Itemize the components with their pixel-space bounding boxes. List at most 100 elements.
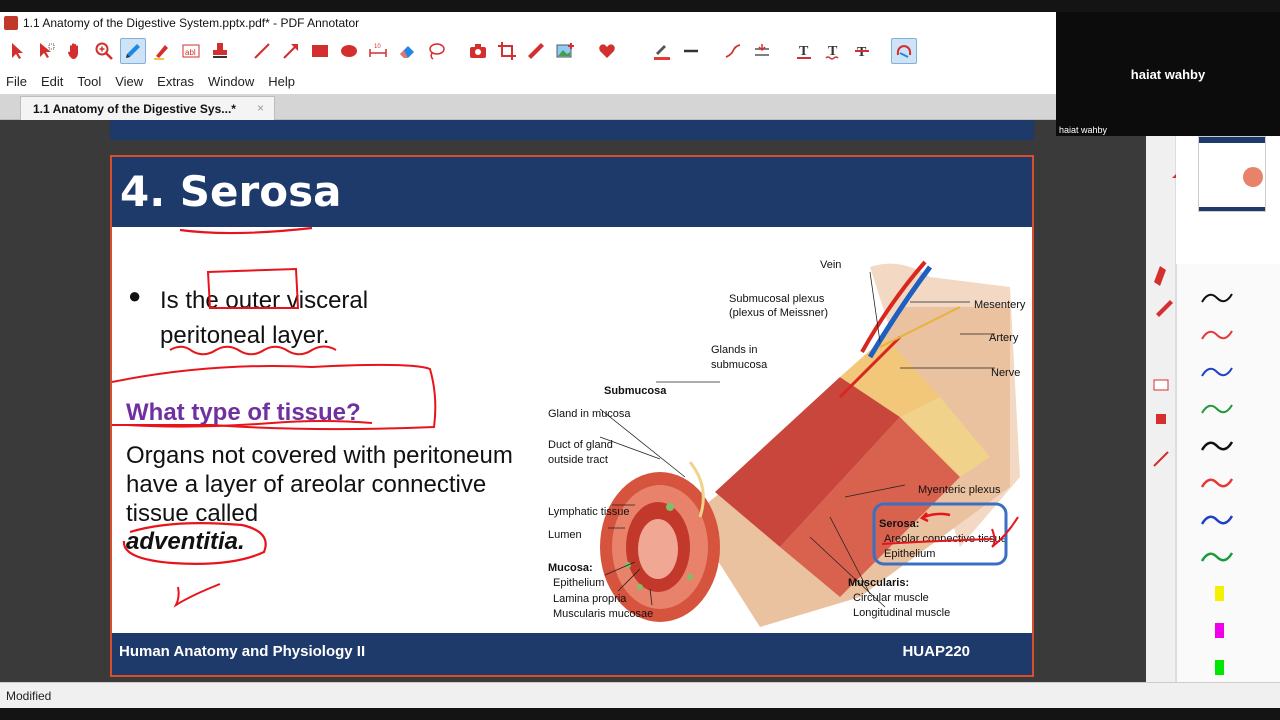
menu-edit[interactable]: Edit (41, 74, 63, 89)
video-call-panel[interactable]: haiat wahby haiat wahby (1056, 12, 1280, 136)
eraser-icon[interactable] (394, 38, 420, 64)
arrow-side-icon (1153, 451, 1169, 467)
arrow-icon[interactable] (278, 38, 304, 64)
figure-label-areolar-connective-tissue: Areolar connective tissue (884, 533, 1007, 545)
answer-text: Organs not covered with peritoneum have … (126, 442, 513, 527)
rectangle-icon[interactable] (307, 38, 333, 64)
screen-top-strip (0, 0, 1280, 12)
figure-label-submucosa: Submucosa (604, 385, 667, 397)
pen-green-2[interactable] (1197, 541, 1237, 571)
figure-label-muscularis-mucosae: Muscularis mucosae (553, 608, 654, 620)
lasso-icon[interactable] (423, 38, 449, 64)
insert-image-icon[interactable] (552, 38, 578, 64)
pdf-annotator-window: 1.1 Anatomy of the Digestive System.pptx… (0, 0, 1280, 720)
figure-label-serosa: Serosa: (879, 518, 920, 530)
curve-icon[interactable] (720, 38, 746, 64)
text-side-icon (1153, 379, 1169, 391)
text-underline-icon[interactable]: T (791, 38, 817, 64)
menu-view[interactable]: View (115, 74, 143, 89)
document-tab[interactable]: 1.1 Anatomy of the Digestive Sys...* × (20, 96, 275, 120)
figure-label-epithelium: Epithelium (553, 577, 605, 589)
figure-label-epithelium-serosa: Epithelium (884, 548, 936, 560)
select-icon[interactable] (33, 38, 59, 64)
figure-label-mesentery: Mesentery (974, 299, 1026, 311)
figure-label-lumen: Lumen (548, 529, 582, 541)
page-thumbnail[interactable] (1198, 136, 1266, 212)
pen-color-icon[interactable] (649, 38, 675, 64)
pen-blue-1[interactable] (1197, 356, 1237, 386)
menu-window[interactable]: Window (208, 74, 254, 89)
svg-text:T: T (857, 45, 867, 60)
document-tab-bar: 1.1 Anatomy of the Digestive Sys...* × (0, 94, 1056, 120)
stamp-icon[interactable] (207, 38, 233, 64)
svg-text:abl: abl (185, 48, 196, 57)
menu-extras[interactable]: Extras (157, 74, 194, 89)
status-bar: Modified (0, 682, 1280, 708)
figure-label-lamina-propria: Lamina propria (553, 593, 627, 605)
figure-label-submucosal-plexus: Submucosal plexus (729, 293, 825, 305)
figure-label-submucosa-sub: submucosa (711, 359, 768, 371)
menu-help[interactable]: Help (268, 74, 295, 89)
digestive-wall-figure: Vein Submucosal plexus (plexus of Meissn… (540, 247, 1030, 632)
window-title: 1.1 Anatomy of the Digestive System.pptx… (23, 16, 360, 30)
pen-side-icon (1156, 300, 1173, 317)
highlighter-yellow[interactable] (1215, 586, 1224, 601)
document-view[interactable]: 4. Serosa ● Is the outer visceral perito… (0, 120, 1146, 682)
participant-name-small: haiat wahby (1059, 125, 1108, 135)
svg-text:T: T (799, 44, 809, 59)
footer-course-code: HUAP220 (902, 643, 970, 660)
ruler-icon[interactable] (523, 38, 549, 64)
status-text: Modified (6, 689, 52, 703)
figure-label-lymphatic-tissue: Lymphatic tissue (548, 506, 630, 518)
figure-label-muscularis: Muscularis: (848, 577, 910, 589)
presentation-icon[interactable] (891, 38, 917, 64)
menu-tool[interactable]: Tool (77, 74, 101, 89)
right-side-panel (1146, 136, 1280, 682)
camera-icon[interactable] (465, 38, 491, 64)
app-icon (4, 16, 18, 30)
stamp-side-icon (1156, 414, 1166, 424)
pen-red-1[interactable] (1197, 319, 1237, 349)
pen-icon[interactable] (120, 38, 146, 64)
text-strike-icon[interactable]: T (849, 38, 875, 64)
close-icon[interactable]: × (257, 101, 264, 115)
hand-icon[interactable] (62, 38, 88, 64)
pen-black-1[interactable] (1197, 282, 1237, 312)
menu-file[interactable]: File (6, 74, 27, 89)
insert-space-icon[interactable] (749, 38, 775, 64)
figure-label-outside-tract: outside tract (548, 454, 608, 466)
toolbar: abl 10 T T T (0, 34, 1056, 68)
figure-label-gland-in-mucosa: Gland in mucosa (548, 408, 631, 420)
highlighter-magenta[interactable] (1215, 623, 1224, 638)
measure-icon[interactable]: 10 (365, 38, 391, 64)
question-text: What type of tissue? (126, 399, 361, 426)
pen-red-2[interactable] (1197, 467, 1237, 497)
pen-black-2[interactable] (1197, 430, 1237, 460)
text-box-icon[interactable]: abl (178, 38, 204, 64)
highlighter-green[interactable] (1215, 660, 1224, 675)
ellipse-icon[interactable] (336, 38, 362, 64)
pen-green-1[interactable] (1197, 393, 1237, 423)
svg-text:10: 10 (374, 44, 381, 50)
text-wavy-icon[interactable]: T (820, 38, 846, 64)
figure-label-longitudinal-muscle: Longitudinal muscle (853, 607, 951, 619)
highlighter-icon[interactable] (149, 38, 175, 64)
line-style-icon[interactable] (678, 38, 704, 64)
favorite-heart-icon[interactable] (594, 38, 620, 64)
zoom-icon[interactable] (91, 38, 117, 64)
figure-label-duct-of-gland: Duct of gland (548, 439, 613, 451)
figure-label-vein: Vein (820, 259, 842, 271)
pen-blue-2[interactable] (1197, 504, 1237, 534)
slide-header: 4. Serosa (112, 157, 1032, 227)
document-tab-label: 1.1 Anatomy of the Digestive Sys...* (33, 101, 236, 116)
side-toolbar (1146, 136, 1186, 682)
figure-label-mucosa: Mucosa: (548, 562, 593, 574)
figure-label-artery: Artery (989, 332, 1019, 344)
crop-icon[interactable] (494, 38, 520, 64)
title-bar: 1.1 Anatomy of the Digestive System.pptx… (0, 12, 1056, 34)
pointer-icon[interactable] (4, 38, 30, 64)
line-icon[interactable] (249, 38, 275, 64)
figure-label-plexus-meissner: (plexus of Meissner) (729, 307, 829, 319)
screen-bottom-strip (0, 708, 1280, 720)
slide-page[interactable]: 4. Serosa ● Is the outer visceral perito… (110, 155, 1034, 677)
